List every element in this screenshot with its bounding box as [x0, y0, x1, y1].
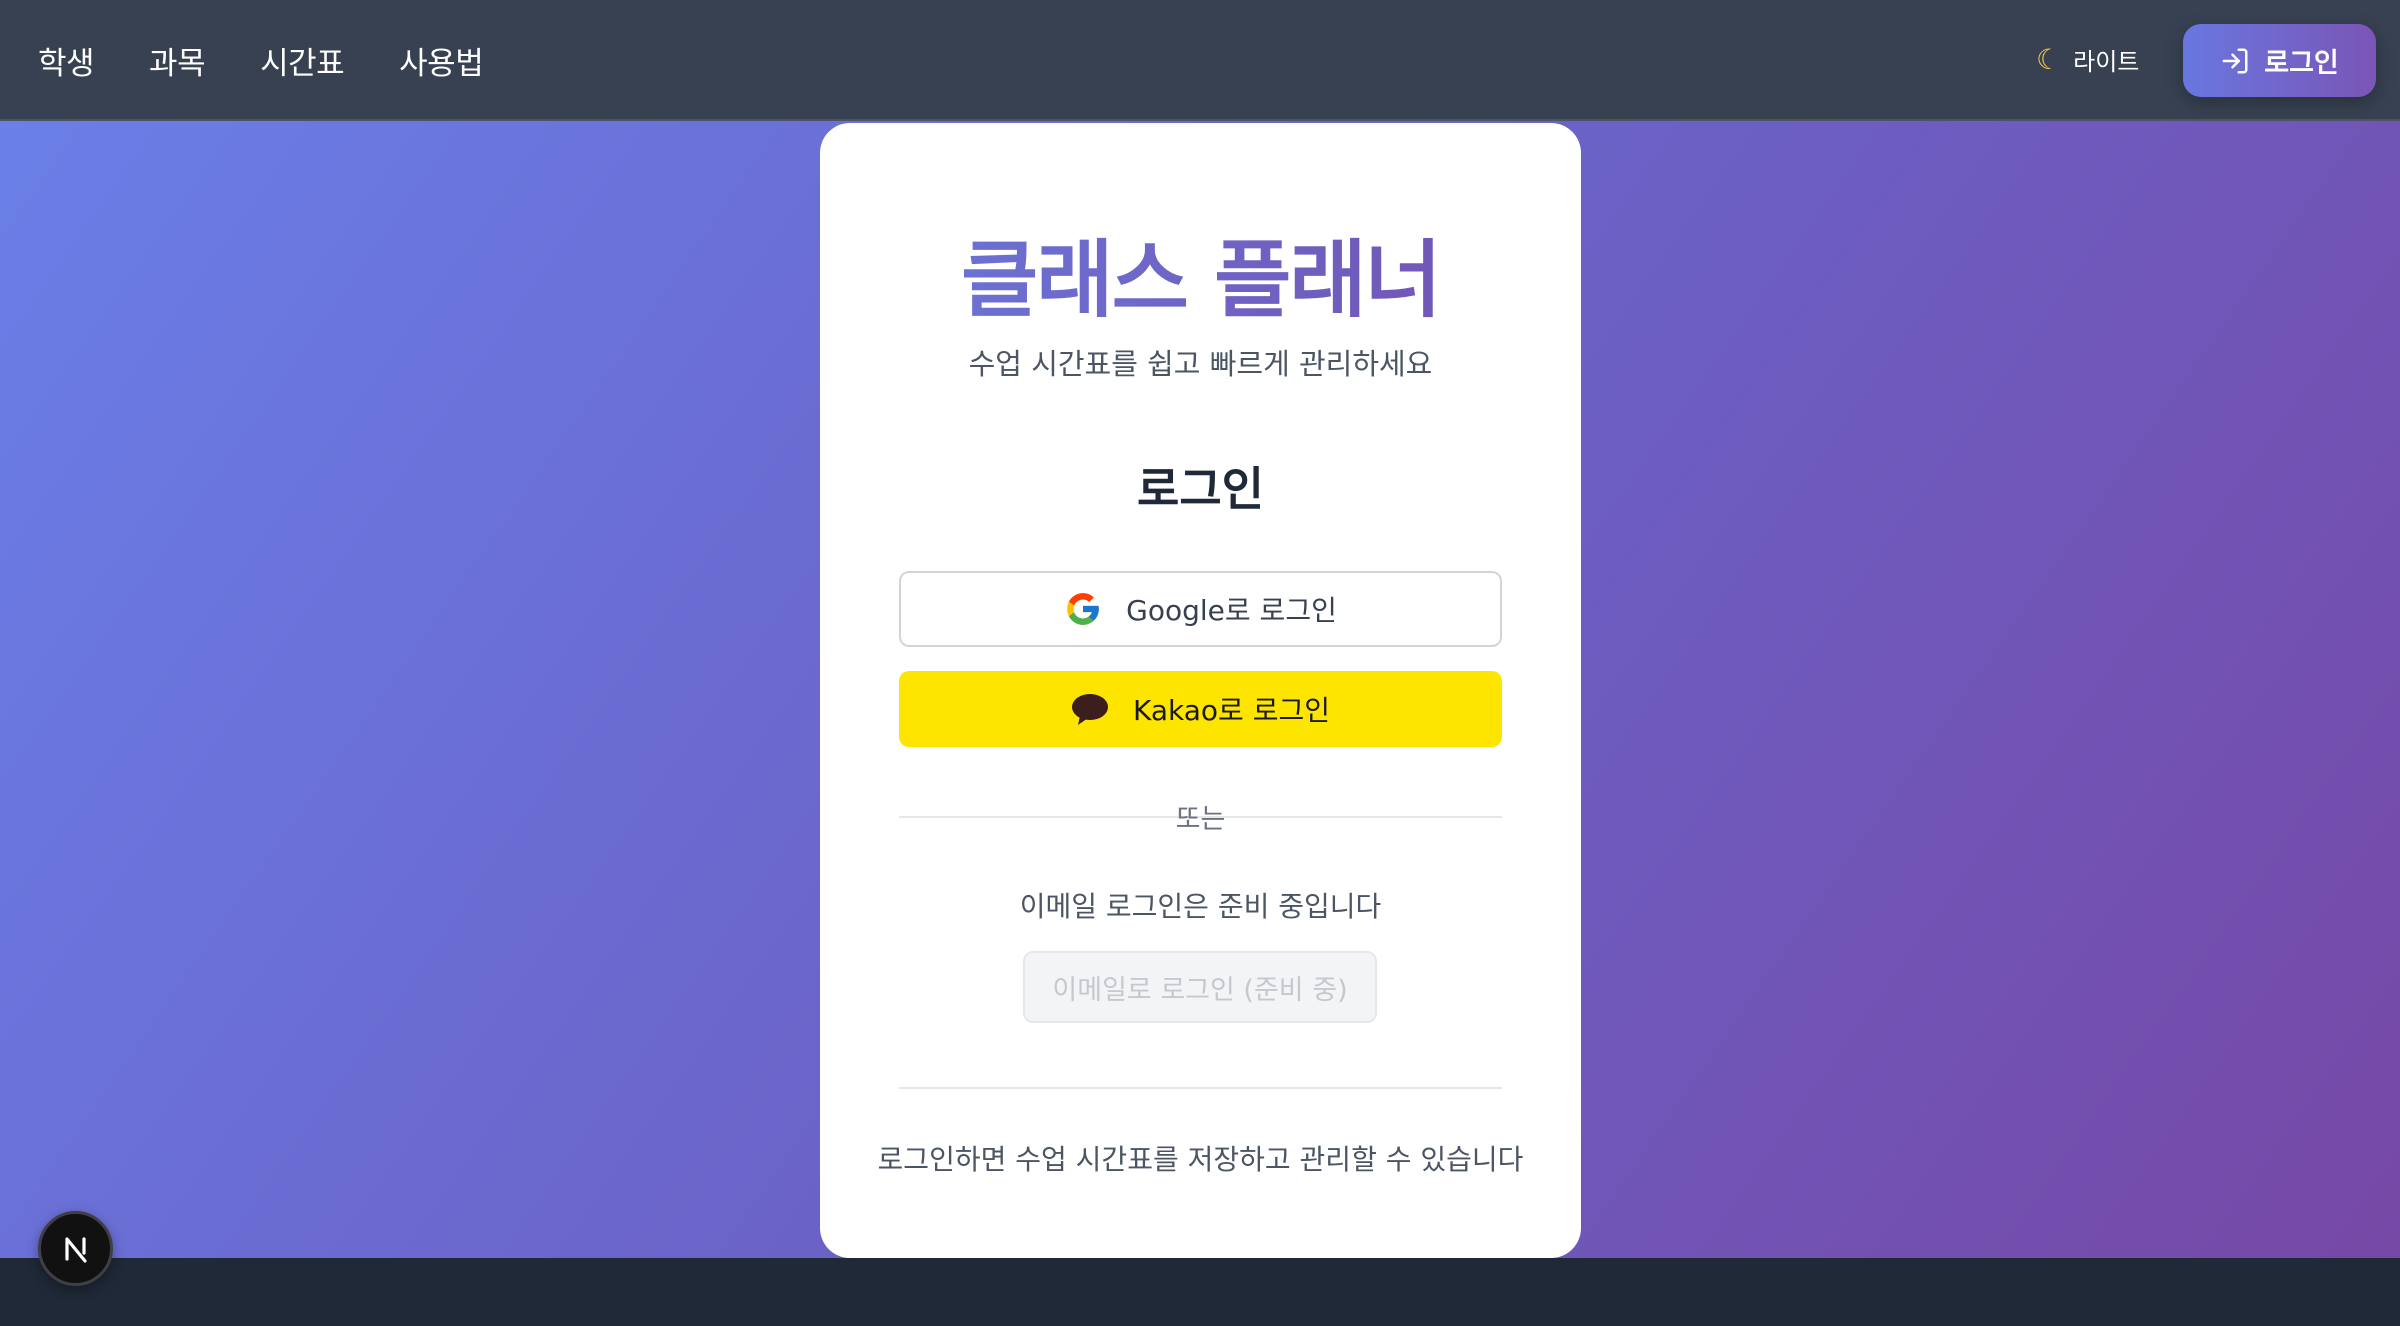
login-heading: 로그인 [1137, 462, 1264, 516]
footer-note: 로그인하면 수업 시간표를 저장하고 관리할 수 있습니다 [877, 1143, 1524, 1176]
theme-toggle-label: 라이트 [2073, 47, 2140, 76]
divider-text: 또는 [1175, 804, 1226, 835]
email-login-button[interactable]: 이메일로 로그인 (준비 중) [1023, 951, 1377, 1023]
google-login-button[interactable]: Google로 로그인 [899, 571, 1502, 647]
sign-in-icon [2222, 48, 2248, 73]
nav-link-students[interactable]: 학생 [38, 38, 95, 83]
app-title: 클래스 플래너 [820, 213, 1581, 334]
kakao-login-label: Kakao로 로그인 [1133, 694, 1330, 727]
footer-divider [899, 1087, 1502, 1089]
google-logo-icon [1067, 593, 1099, 625]
nav-link-subjects[interactable]: 과목 [149, 38, 206, 83]
login-card: 클래스 플래너 수업 시간표를 쉽고 빠르게 관리하세요 로그인 Google로… [820, 123, 1581, 1258]
top-navbar: 학생 과목 시간표 사용법 ☾ 라이트 로그인 [0, 0, 2400, 121]
nav-login-button[interactable]: 로그인 [2183, 24, 2376, 97]
nextjs-dev-badge[interactable] [38, 1211, 113, 1286]
app-subtitle: 수업 시간표를 쉽고 빠르게 관리하세요 [968, 347, 1433, 381]
kakao-login-button[interactable]: Kakao로 로그인 [899, 671, 1502, 747]
email-login-note: 이메일 로그인은 준비 중입니다 [1019, 890, 1382, 923]
kakao-chat-icon [1072, 694, 1108, 725]
google-login-label: Google로 로그인 [1126, 594, 1337, 627]
theme-toggle[interactable]: ☾ 라이트 [2036, 36, 2139, 82]
nav-login-label: 로그인 [2264, 48, 2339, 79]
moon-icon: ☾ [2036, 42, 2062, 76]
nav-links: 학생 과목 시간표 사용법 [38, 0, 484, 121]
nav-link-usage[interactable]: 사용법 [399, 38, 484, 83]
nav-link-timetable[interactable]: 시간표 [260, 38, 345, 83]
nextjs-logo-icon [64, 1236, 87, 1263]
